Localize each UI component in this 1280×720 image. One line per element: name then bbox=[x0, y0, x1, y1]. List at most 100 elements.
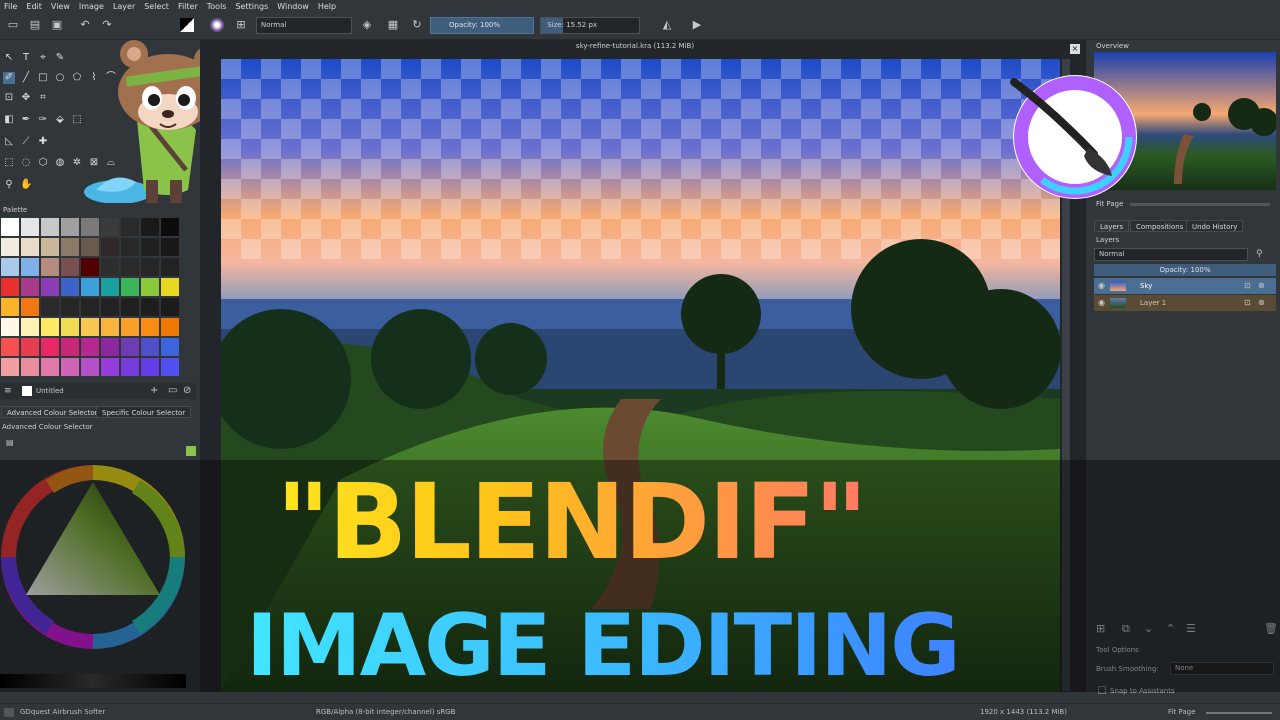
layer-opacity-slider[interactable]: Opacity: 100% bbox=[1094, 264, 1276, 276]
palette-swatch[interactable] bbox=[81, 358, 99, 376]
palette-swatch[interactable] bbox=[101, 298, 119, 316]
palette-swatch[interactable] bbox=[81, 258, 99, 276]
palette-swatch[interactable] bbox=[161, 338, 179, 356]
palette-swatch[interactable] bbox=[21, 358, 39, 376]
palette-swatch[interactable] bbox=[81, 338, 99, 356]
menu-image[interactable]: Image bbox=[79, 2, 104, 11]
ellipse-select-tool-icon[interactable]: ◌ bbox=[20, 157, 32, 169]
palette-swatch[interactable] bbox=[61, 358, 79, 376]
reload-preset-icon[interactable]: ↻ bbox=[410, 18, 424, 32]
text-tool-icon[interactable]: T bbox=[20, 52, 32, 64]
palette-list-icon[interactable]: ≡ bbox=[4, 386, 14, 396]
workspace-grid-icon[interactable]: ⊞ bbox=[234, 18, 248, 32]
menu-file[interactable]: File bbox=[4, 2, 17, 11]
layer-lock-icon[interactable]: ⊡ bbox=[1244, 295, 1251, 311]
palette-swatch[interactable] bbox=[161, 358, 179, 376]
palette-swatch[interactable] bbox=[141, 318, 159, 336]
palette-swatch[interactable] bbox=[141, 238, 159, 256]
overview-zoom-slider[interactable] bbox=[1130, 203, 1270, 206]
fg-bg-color-icon[interactable] bbox=[180, 18, 194, 32]
palette-swatch[interactable] bbox=[61, 258, 79, 276]
crop-tool-icon[interactable]: ⌗ bbox=[37, 92, 49, 104]
eraser-icon[interactable]: ◈ bbox=[360, 18, 374, 32]
menu-settings[interactable]: Settings bbox=[235, 2, 268, 11]
palette-swatch[interactable] bbox=[141, 358, 159, 376]
palette-swatch[interactable] bbox=[41, 298, 59, 316]
palette-swatch[interactable] bbox=[141, 258, 159, 276]
ellipse-tool-icon[interactable]: ○ bbox=[54, 72, 66, 84]
palette-swatch[interactable] bbox=[101, 238, 119, 256]
palette-swatch[interactable] bbox=[121, 338, 139, 356]
opacity-slider[interactable]: Opacity: 100% bbox=[430, 17, 534, 34]
palette-swatch[interactable] bbox=[1, 318, 19, 336]
palette-swatch[interactable] bbox=[21, 278, 39, 296]
palette-swatch[interactable] bbox=[1, 338, 19, 356]
open-folder-icon[interactable]: ▤ bbox=[28, 18, 42, 32]
line-tool-icon[interactable]: ╱ bbox=[20, 72, 32, 84]
brush-preset-icon[interactable] bbox=[210, 18, 224, 32]
tab-undo-history[interactable]: Undo History bbox=[1186, 220, 1244, 232]
palette-swatch[interactable] bbox=[81, 218, 99, 236]
palette-swatch[interactable] bbox=[121, 278, 139, 296]
layer-blend-mode-select[interactable]: Normal bbox=[1094, 248, 1248, 261]
tab-advanced-colour-selector[interactable]: Advanced Colour Selector bbox=[1, 406, 104, 418]
tab-layers[interactable]: Layers bbox=[1094, 220, 1130, 232]
palette-swatch[interactable] bbox=[1, 278, 19, 296]
reference-tool-icon[interactable]: ✚ bbox=[37, 136, 49, 148]
palette-swatch[interactable] bbox=[141, 278, 159, 296]
colour-settings-icon[interactable]: ▤ bbox=[6, 438, 14, 447]
clear-swatch-icon[interactable]: ⊘ bbox=[183, 385, 191, 396]
preserve-alpha-icon[interactable]: ▦ bbox=[386, 18, 400, 32]
fill-tool-icon[interactable]: ⬙ bbox=[54, 114, 66, 126]
rect-select-tool-icon[interactable]: ⬚ bbox=[3, 157, 15, 169]
palette-swatch[interactable] bbox=[41, 278, 59, 296]
menu-tools[interactable]: Tools bbox=[207, 2, 227, 11]
assistant-tool-icon[interactable]: ⟋ bbox=[20, 136, 32, 148]
layer-row-sky[interactable]: ◉ Sky ⊡ ⊗ bbox=[1094, 278, 1276, 294]
freehand-select-tool-icon[interactable]: ◍ bbox=[54, 157, 66, 169]
palette-swatch[interactable] bbox=[21, 338, 39, 356]
palette-swatch[interactable] bbox=[141, 338, 159, 356]
palette-swatch[interactable] bbox=[61, 318, 79, 336]
menu-edit[interactable]: Edit bbox=[26, 2, 42, 11]
tab-specific-colour-selector[interactable]: Specific Colour Selector bbox=[96, 406, 192, 418]
palette-swatch[interactable] bbox=[81, 318, 99, 336]
palette-swatch[interactable] bbox=[101, 358, 119, 376]
redo-icon[interactable]: ↷ bbox=[100, 18, 114, 32]
layer-row-layer1[interactable]: ◉ Layer 1 ⊡ ⊗ bbox=[1094, 295, 1276, 311]
rectangle-tool-icon[interactable]: □ bbox=[37, 72, 49, 84]
palette-swatch[interactable] bbox=[81, 278, 99, 296]
palette-swatch[interactable] bbox=[21, 258, 39, 276]
remove-swatch-icon[interactable]: ▭ bbox=[168, 385, 177, 396]
palette-swatch[interactable] bbox=[41, 318, 59, 336]
palette-swatch[interactable] bbox=[81, 298, 99, 316]
palette-swatch[interactable] bbox=[61, 278, 79, 296]
palette-swatch[interactable] bbox=[161, 218, 179, 236]
palette-swatch[interactable] bbox=[101, 218, 119, 236]
color-history-swatch[interactable] bbox=[186, 446, 196, 456]
move-tool-icon[interactable]: ✥ bbox=[20, 92, 32, 104]
palette-swatch[interactable] bbox=[121, 218, 139, 236]
layer-lock-icon[interactable]: ⊡ bbox=[1244, 278, 1251, 294]
palette-swatch[interactable] bbox=[161, 278, 179, 296]
palette-swatch[interactable] bbox=[161, 298, 179, 316]
status-zoom[interactable]: Fit Page bbox=[1168, 708, 1195, 716]
pan-tool-icon[interactable]: ✋ bbox=[20, 179, 32, 191]
palette-swatch[interactable] bbox=[161, 238, 179, 256]
menu-window[interactable]: Window bbox=[277, 2, 309, 11]
palette-swatch[interactable] bbox=[61, 338, 79, 356]
palette-swatch[interactable] bbox=[41, 218, 59, 236]
color-picker-tool-icon[interactable]: ✒ bbox=[20, 114, 32, 126]
gradient-tool-icon[interactable]: ◧ bbox=[3, 114, 15, 126]
edit-shapes-tool-icon[interactable]: ⌖ bbox=[37, 52, 49, 64]
palette-swatch[interactable] bbox=[121, 318, 139, 336]
status-zoom-slider[interactable] bbox=[1206, 712, 1272, 714]
menu-help[interactable]: Help bbox=[318, 2, 336, 11]
mirror-vertical-icon[interactable]: ▶ bbox=[690, 18, 704, 32]
polygon-select-tool-icon[interactable]: ⬡ bbox=[37, 157, 49, 169]
palette-swatch[interactable] bbox=[101, 338, 119, 356]
menu-view[interactable]: View bbox=[51, 2, 70, 11]
palette-swatch[interactable] bbox=[41, 238, 59, 256]
palette-swatch[interactable] bbox=[41, 338, 59, 356]
palette-swatch[interactable] bbox=[41, 258, 59, 276]
